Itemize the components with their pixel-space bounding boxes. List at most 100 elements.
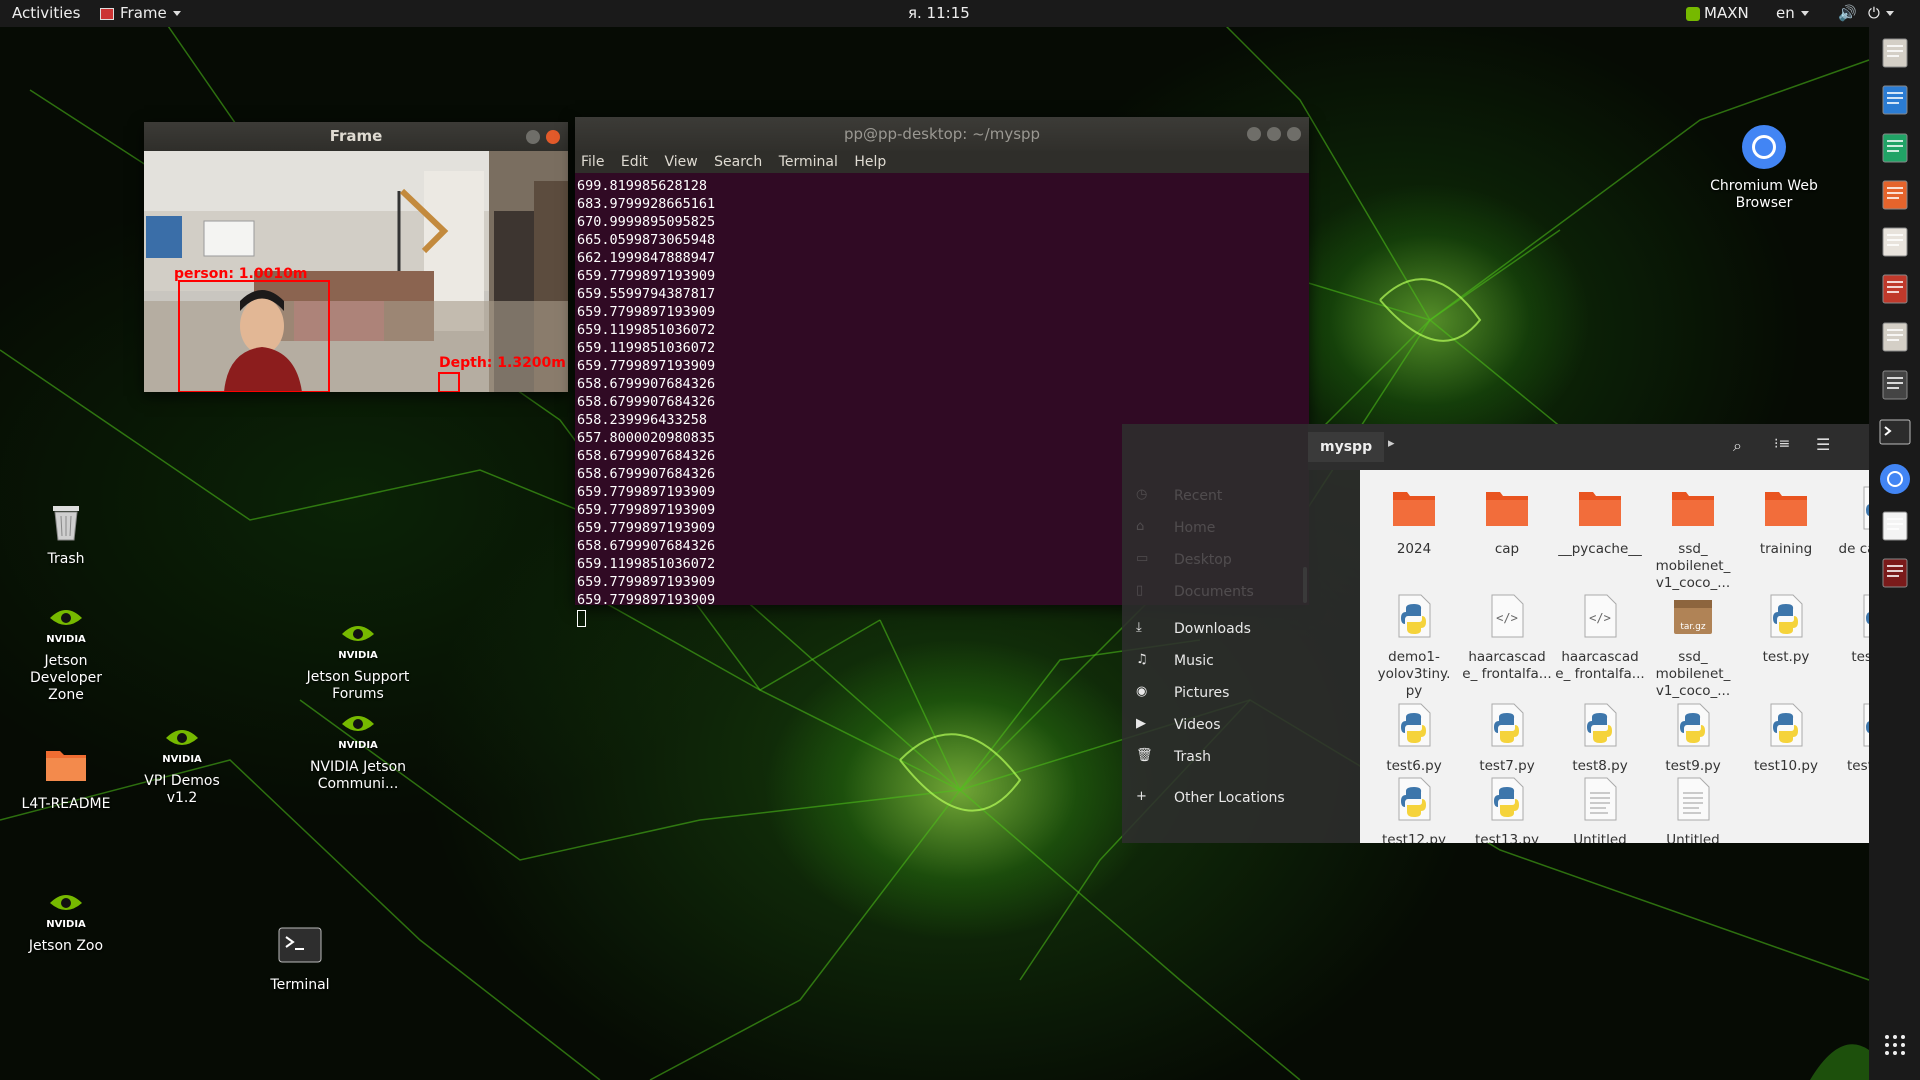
file-item[interactable]: 2024 xyxy=(1368,484,1460,558)
nvidia-icon: NVIDIA xyxy=(46,895,86,930)
desktop-icon: ▭ xyxy=(1136,551,1149,566)
desktop-icon-chromium[interactable]: Chromium Web Browser xyxy=(1709,123,1819,212)
file-item[interactable]: test8.py xyxy=(1554,701,1646,775)
file-item[interactable]: </> haarcascad e_ frontalfa... xyxy=(1554,592,1646,683)
power-menu-button[interactable]: ⏻ xyxy=(1868,0,1894,27)
nvidia-icon: NVIDIA xyxy=(338,716,378,751)
chromium-icon xyxy=(1742,125,1786,169)
sidebar-item-other-locations[interactable]: + Other Locations xyxy=(1122,782,1360,814)
file-name: Untitled Document xyxy=(1666,832,1720,843)
frame-app-icon xyxy=(1882,558,1908,588)
search-icon[interactable]: ⌕ xyxy=(1733,436,1742,456)
sidebar-item-downloads[interactable]: ⤓ Downloads xyxy=(1122,613,1360,645)
dock-monitor-button[interactable] xyxy=(1877,367,1913,403)
app-menu-button[interactable]: Frame xyxy=(100,0,181,27)
file-item[interactable]: tar.gz ssd_ mobilenet_ v1_coco_... xyxy=(1647,592,1739,700)
view-options-icon[interactable]: ⁝≡ xyxy=(1774,436,1790,452)
dock-writer-button[interactable] xyxy=(1877,82,1913,118)
file-name: de canny.py xyxy=(1838,541,1869,557)
sidebar-item-desktop[interactable]: ▭ Desktop xyxy=(1122,544,1360,576)
file-manager-window[interactable]: ◷ Recent ⌂ Home ▭ Desktop ▯ Documents ⤓ Downloads… xyxy=(1122,424,1869,843)
frame-titlebar[interactable]: Frame xyxy=(144,122,568,151)
app-menu-label: Frame xyxy=(120,4,167,22)
terminal-line: 662.1999847888947 xyxy=(577,250,716,266)
sidebar-item-home[interactable]: ⌂ Home xyxy=(1122,512,1360,544)
dock-impress-button[interactable] xyxy=(1877,177,1913,213)
desktop-icon-l4t-readme[interactable]: L4T-README xyxy=(11,741,121,813)
sidebar-item-music[interactable]: ♫ Music xyxy=(1122,645,1360,677)
file-name: demo1- yolov3tiny. py xyxy=(1377,649,1451,699)
file-name: ssd_ mobilenet_ v1_coco_... xyxy=(1655,649,1731,699)
clock[interactable]: я. 11:15 xyxy=(908,0,970,27)
file-item[interactable]: test12.py xyxy=(1368,775,1460,843)
menu-search[interactable]: Search xyxy=(714,154,762,170)
frame-window[interactable]: Frame person: 1.0010m Depth: 1.3200m xyxy=(144,122,568,392)
dock-calc-button[interactable] xyxy=(1877,130,1913,166)
file-item[interactable]: test10.py xyxy=(1740,701,1832,775)
menu-edit[interactable]: Edit xyxy=(621,154,648,170)
menu-icon[interactable]: ☰ xyxy=(1816,435,1830,454)
chevron-right-icon[interactable]: ▸ xyxy=(1388,436,1395,451)
file-item[interactable]: test7.py xyxy=(1461,701,1553,775)
volume-icon[interactable]: 🔊 xyxy=(1838,0,1857,27)
file-item[interactable]: </> haarcascad e_ frontalfa... xyxy=(1461,592,1553,683)
dock-settings-button[interactable] xyxy=(1877,271,1913,307)
file-item[interactable]: Untitled Document xyxy=(1647,775,1739,843)
desktop-icon-terminal[interactable]: Terminal xyxy=(245,922,355,994)
language-indicator[interactable]: en xyxy=(1776,0,1809,27)
menu-help[interactable]: Help xyxy=(854,154,886,170)
dock-terminal-button[interactable] xyxy=(1877,414,1913,450)
dock-files-manager-button[interactable] xyxy=(1877,319,1913,355)
terminal-menubar: File Edit View Search Terminal Help xyxy=(575,151,1309,173)
file-item[interactable]: __pycache__ xyxy=(1554,484,1646,558)
desktop-icon-jetson-zoo[interactable]: NVIDIA Jetson Zoo xyxy=(11,883,121,955)
sidebar-item-documents[interactable]: ▯ Documents xyxy=(1122,576,1360,608)
file-item[interactable]: de canny.py xyxy=(1833,484,1869,558)
desktop-icon-vpi-demos[interactable]: NVIDIA VPI Demos v1.2 xyxy=(127,718,237,807)
desktop-icon-jetson-support-forums[interactable]: NVIDIA Jetson Support Forums xyxy=(303,614,413,703)
file-item[interactable]: test.py xyxy=(1740,592,1832,666)
detection-label-depth: Depth: 1.3200m xyxy=(439,355,566,371)
file-item[interactable]: demo1- yolov3tiny. py xyxy=(1368,592,1460,700)
minimize-button[interactable] xyxy=(1247,127,1261,141)
file-name: test10.py xyxy=(1754,758,1818,774)
sidebar-item-label: Documents xyxy=(1174,584,1254,600)
sidebar-item-recent[interactable]: ◷ Recent xyxy=(1122,480,1360,512)
file-name: test.py xyxy=(1762,649,1810,665)
sidebar-item-trash[interactable]: 🗑 Trash xyxy=(1122,741,1360,773)
path-button-myspp[interactable]: myspp xyxy=(1308,432,1385,462)
file-item[interactable]: test6.py xyxy=(1368,701,1460,775)
file-item[interactable]: Untitled Document xyxy=(1554,775,1646,843)
desktop-icon-jetson-developer-zone[interactable]: NVIDIA Jetson Developer Zone xyxy=(11,598,121,704)
file-item[interactable]: test13.py xyxy=(1461,775,1553,843)
sidebar-item-pictures[interactable]: ◉ Pictures xyxy=(1122,677,1360,709)
desktop-icon-label: Jetson Zoo xyxy=(28,938,104,954)
file-item[interactable]: ssd_ mobilenet_ v1_coco_... xyxy=(1647,484,1739,592)
close-button[interactable] xyxy=(546,129,560,144)
dock-files-manager-button[interactable] xyxy=(1877,35,1913,71)
minimize-button[interactable] xyxy=(526,129,540,144)
maximize-button[interactable] xyxy=(1267,127,1281,141)
sidebar-item-label: Desktop xyxy=(1174,552,1232,568)
menu-file[interactable]: File xyxy=(581,154,604,170)
file-item[interactable]: test11.py xyxy=(1833,701,1869,775)
dock-frame-app-button[interactable] xyxy=(1877,555,1913,591)
file-item[interactable]: cap xyxy=(1461,484,1553,558)
close-button[interactable] xyxy=(1287,127,1301,141)
dock-software-button[interactable] xyxy=(1877,224,1913,260)
top-bar: Activities Frame я. 11:15 MAXN en 🔊 ⏻ xyxy=(0,0,1920,27)
menu-terminal[interactable]: Terminal xyxy=(779,154,838,170)
menu-view[interactable]: View xyxy=(664,154,697,170)
sidebar-item-videos[interactable]: ▶ Videos xyxy=(1122,709,1360,741)
dock-text-editor-button[interactable] xyxy=(1877,508,1913,544)
file-item[interactable]: test3.py xyxy=(1833,592,1869,666)
dock-show-apps-button[interactable] xyxy=(1877,1027,1913,1063)
activities-button[interactable]: Activities xyxy=(12,0,80,27)
dock-chromium-button[interactable] xyxy=(1877,461,1913,497)
nvidia-power-mode[interactable]: MAXN xyxy=(1686,0,1749,27)
desktop-icon-jetson-community[interactable]: NVIDIA NVIDIA Jetson Communi... xyxy=(303,704,413,793)
terminal-titlebar[interactable]: pp@pp-desktop: ~/myspp xyxy=(575,117,1309,151)
desktop-icon-trash[interactable]: Trash xyxy=(11,496,121,568)
file-item[interactable]: test9.py xyxy=(1647,701,1739,775)
file-item[interactable]: training xyxy=(1740,484,1832,558)
